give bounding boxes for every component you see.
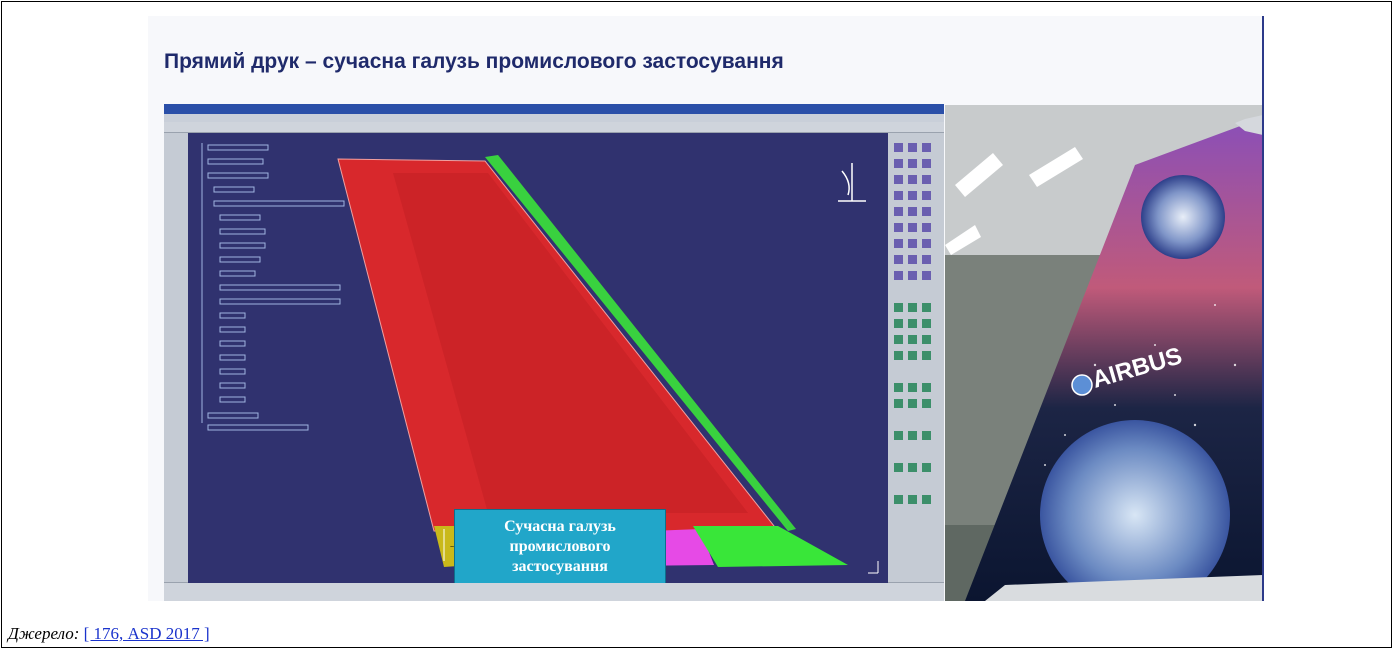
base-section-green [693, 526, 848, 567]
cad-menubar [164, 114, 944, 122]
callout-box: Сучасна галузь промислового застосування [454, 509, 666, 583]
axis-icon [868, 561, 879, 574]
spec-tree [201, 143, 345, 431]
divider-line [1262, 16, 1264, 601]
cad-bottom-toolbar [164, 582, 944, 601]
cad-left-toolbar [164, 133, 188, 583]
toolbar-icons [894, 143, 931, 504]
compass-icon [838, 163, 866, 202]
callout-line-2: промислового [509, 538, 611, 555]
source-label: Джерело: [8, 624, 80, 643]
source-caption: Джерело: [ 176, ASD 2017 ] [8, 624, 210, 644]
cad-window-image: ~800 Сучасна галузь промислового застосу… [164, 104, 944, 601]
cad-right-toolbar [888, 133, 944, 583]
callout-line-3: застосування [512, 558, 608, 575]
planet-upper [1141, 175, 1225, 259]
airbus-tail-photo: AIRBUS [945, 105, 1263, 601]
cad-titlebar [164, 104, 944, 114]
slide: Прямий друк – сучасна галузь промисловог… [148, 16, 1263, 601]
cad-toolbar [164, 122, 944, 133]
callout-line-1: Сучасна галузь [504, 518, 616, 535]
airbus-logo-icon [1071, 374, 1093, 396]
cad-viewport: ~800 Сучасна галузь промислового застосу… [188, 133, 888, 583]
slide-title: Прямий друк – сучасна галузь промисловог… [164, 50, 784, 73]
source-link[interactable]: [ 176, ASD 2017 ] [84, 624, 210, 643]
photo-illustration: AIRBUS [945, 105, 1263, 601]
